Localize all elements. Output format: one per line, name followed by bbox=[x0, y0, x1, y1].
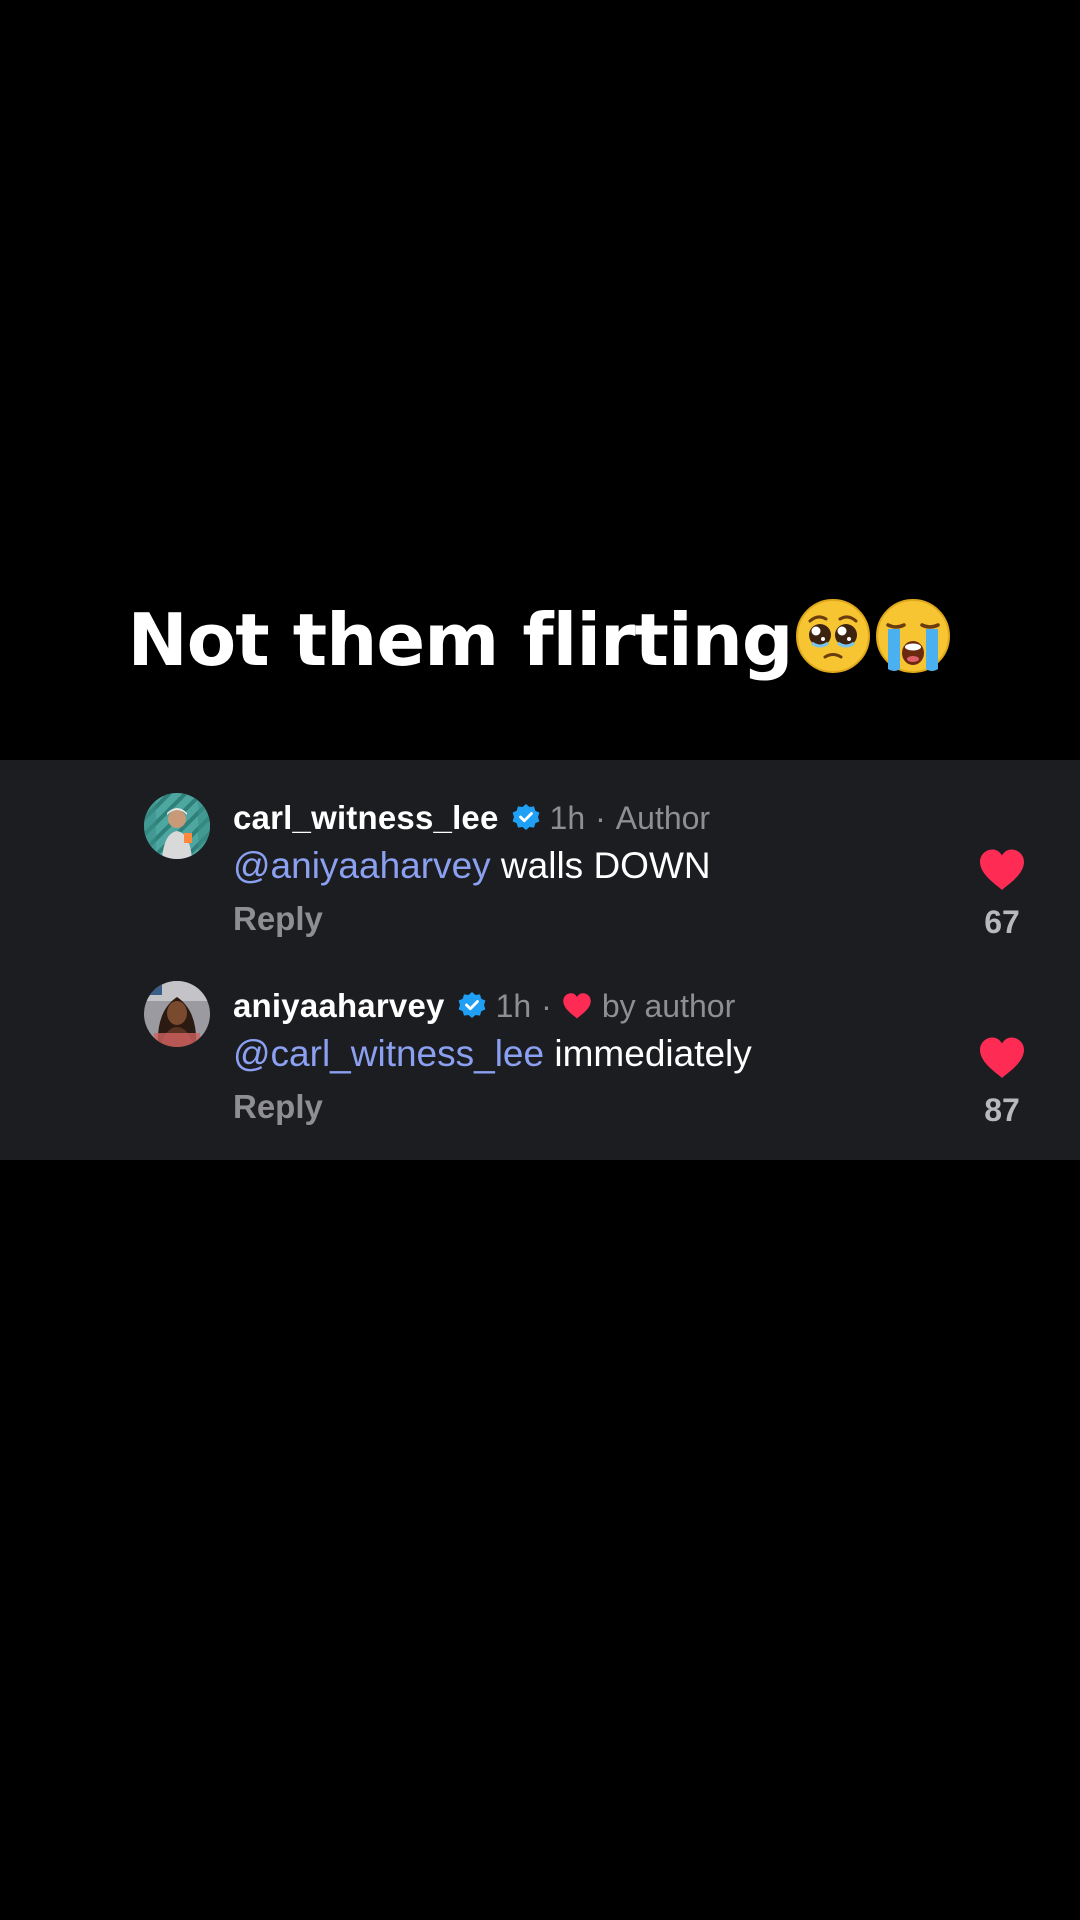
comment-item: carl_witness_lee 1h · Author @aniyaaharv… bbox=[0, 790, 1080, 970]
video-caption: Not them flirting bbox=[0, 592, 1080, 688]
heart-icon bbox=[562, 992, 592, 1020]
verified-badge-icon bbox=[511, 803, 541, 833]
comment-text: @carl_witness_lee immediately bbox=[233, 1032, 752, 1076]
comment-text: @aniyaaharvey walls DOWN bbox=[233, 844, 711, 888]
comment-time: 1h bbox=[549, 799, 586, 836]
like-count: 67 bbox=[984, 904, 1020, 940]
separator-dot: · bbox=[595, 799, 606, 836]
comment-time: 1h bbox=[495, 987, 532, 1024]
comment-body: immediately bbox=[544, 1033, 752, 1074]
reply-button[interactable]: Reply bbox=[233, 900, 323, 938]
username[interactable]: carl_witness_lee bbox=[233, 799, 499, 837]
pleading-face-icon bbox=[794, 597, 872, 675]
mention-link[interactable]: @carl_witness_lee bbox=[233, 1033, 544, 1074]
like-button[interactable] bbox=[978, 1036, 1026, 1080]
comments-panel: carl_witness_lee 1h · Author @aniyaaharv… bbox=[0, 760, 1080, 1160]
username[interactable]: aniyaaharvey bbox=[233, 987, 445, 1025]
avatar[interactable] bbox=[144, 793, 210, 859]
liked-by-author-tag: by author bbox=[601, 987, 736, 1024]
mention-link[interactable]: @aniyaaharvey bbox=[233, 845, 491, 886]
avatar[interactable] bbox=[144, 981, 210, 1047]
heart-icon bbox=[978, 1036, 1026, 1080]
loudly-crying-face-icon bbox=[874, 597, 952, 675]
heart-icon bbox=[978, 848, 1026, 892]
separator-dot: · bbox=[541, 987, 552, 1024]
verified-badge-icon bbox=[457, 991, 487, 1021]
author-tag: Author bbox=[615, 799, 711, 836]
like-count: 87 bbox=[984, 1092, 1020, 1128]
comment-item: aniyaaharvey 1h · by author @carl_witnes… bbox=[0, 978, 1080, 1158]
comment-body: walls DOWN bbox=[490, 845, 711, 886]
comment-meta: carl_witness_lee 1h · Author bbox=[233, 798, 710, 838]
reply-button[interactable]: Reply bbox=[233, 1088, 323, 1126]
caption-text: Not them flirting bbox=[127, 598, 794, 682]
comment-meta: aniyaaharvey 1h · by author bbox=[233, 986, 735, 1026]
like-button[interactable] bbox=[978, 848, 1026, 892]
